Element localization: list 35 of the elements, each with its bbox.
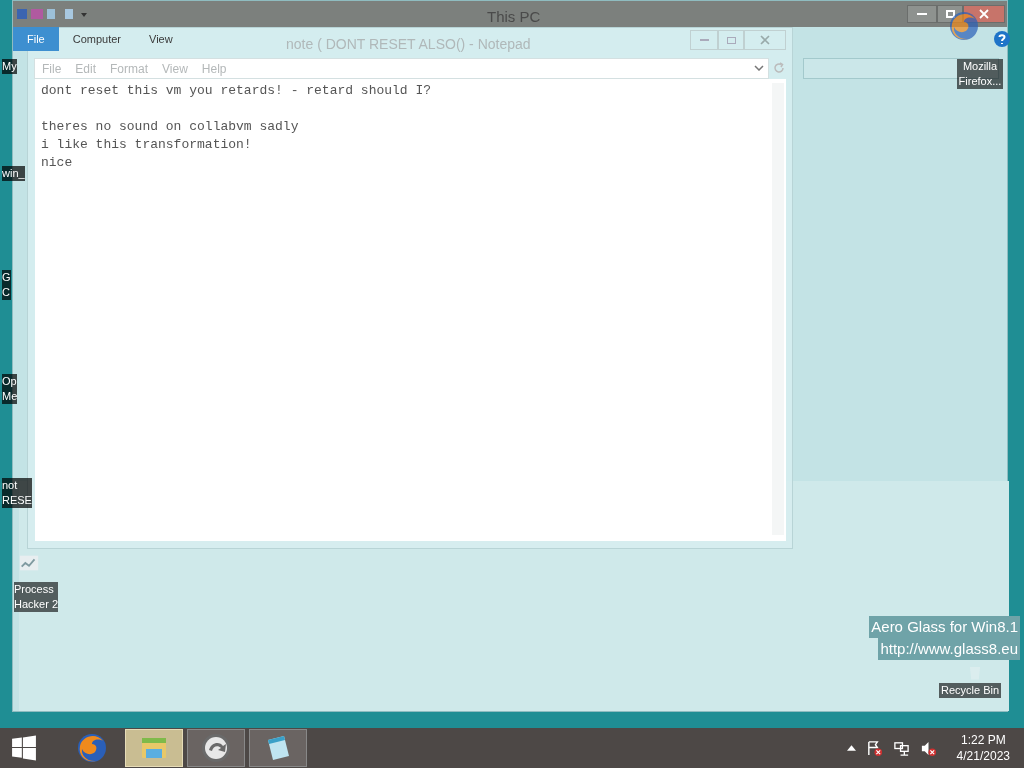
desktop-icon-label[interactable]: Mozilla Firefox... (956, 59, 1004, 89)
search-field[interactable] (803, 58, 999, 79)
help-icon[interactable] (993, 30, 1011, 48)
desktop-icon-label[interactable]: Process Hacker 2 (14, 582, 59, 612)
desktop-icon-label[interactable]: G C (2, 270, 11, 300)
start-icon[interactable] (11, 735, 37, 761)
ribbon-tab[interactable]: Computer (58, 27, 136, 51)
desktop-icon-label[interactable]: win_ (2, 166, 25, 181)
clock-date: 4/21/2023 (956, 748, 1010, 764)
overlay-text: http://www.glass8.eu (878, 638, 1020, 660)
close-icon (760, 35, 770, 45)
desktop-icon-label[interactable]: not RESE (2, 478, 32, 508)
text-area[interactable]: dont reset this vm you retards! - retard should I? theres no sound on collabvm sadly i like this transformation! nice (35, 79, 786, 541)
shortcut-icon[interactable] (948, 10, 980, 42)
globe-icon (76, 732, 108, 764)
text-line: nice (41, 154, 74, 172)
clock[interactable]: 1:22 PM 4/21/2023 (956, 732, 1010, 764)
ribbon-tab[interactable]: View (135, 27, 187, 51)
desktop-icon-label[interactable]: Recycle Bin (938, 683, 1002, 698)
speaker-muted-icon[interactable] (919, 739, 937, 757)
taskbar-button[interactable] (249, 729, 307, 767)
text-line: i like this transformation! (41, 136, 253, 154)
minimize-button[interactable] (907, 5, 937, 23)
chevron-down-icon[interactable] (754, 65, 764, 71)
taskbar-button[interactable] (187, 729, 245, 767)
clock-time: 1:22 PM (960, 732, 1006, 748)
text-line: theres no sound on collabvm sadly (41, 118, 300, 136)
close-icon (979, 9, 989, 19)
network-icon[interactable] (892, 739, 910, 757)
text-line: dont reset this vm you retards! - retard should I? (41, 82, 433, 100)
show-hidden-icons-icon[interactable] (846, 745, 856, 751)
overlay-text: Aero Glass for Win8.1 (869, 616, 1020, 638)
desktop-icon-label[interactable]: My (2, 59, 17, 74)
desktop-icon-label[interactable]: Op Me (2, 374, 18, 404)
flag-icon[interactable] (865, 739, 883, 757)
